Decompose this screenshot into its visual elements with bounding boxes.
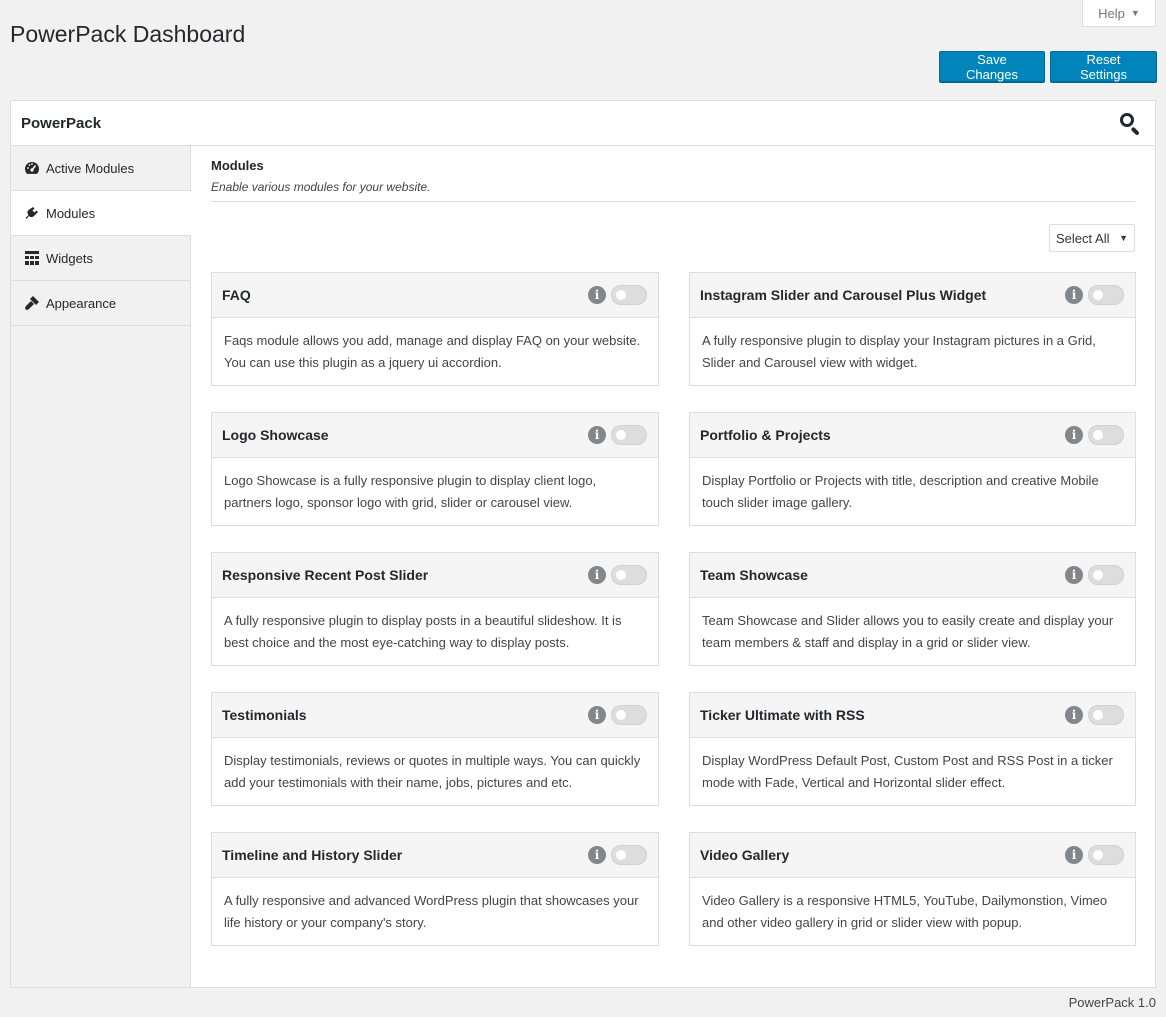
module-card: Video Gallery i Video Gallery is a respo… — [689, 832, 1136, 946]
module-toggle[interactable] — [611, 425, 647, 445]
module-description: Display Portfolio or Projects with title… — [702, 473, 1099, 510]
page-title: PowerPack Dashboard — [10, 21, 246, 47]
module-card: Team Showcase i Team Showcase and Slider… — [689, 552, 1136, 666]
module-toggle[interactable] — [1088, 285, 1124, 305]
module-toggle[interactable] — [611, 285, 647, 305]
panel-title: PowerPack — [21, 114, 102, 132]
top-actions: Save Changes Reset Settings — [939, 51, 1157, 82]
module-title: Logo Showcase — [222, 427, 329, 443]
divider — [211, 201, 1135, 202]
sidebar-item-label: Active Modules — [46, 160, 135, 176]
module-description: A fully responsive plugin to display you… — [702, 333, 1096, 370]
sidebar-item-label: Widgets — [46, 250, 93, 266]
select-all-dropdown[interactable]: Select All ▼ — [1049, 224, 1135, 252]
settings-panel: PowerPack Active Modules Modules Widgets — [10, 100, 1156, 988]
module-description: Display WordPress Default Post, Custom P… — [702, 753, 1113, 790]
modules-grid: FAQ i Faqs module allows you add, manage… — [211, 272, 1136, 946]
caret-down-icon: ▼ — [1119, 233, 1128, 243]
widgets-icon — [23, 250, 40, 267]
module-toggle[interactable] — [1088, 705, 1124, 725]
module-title: Testimonials — [222, 707, 307, 723]
module-description: Logo Showcase is a fully responsive plug… — [224, 473, 597, 510]
module-title: Video Gallery — [700, 847, 790, 863]
sidebar-item-active-modules[interactable]: Active Modules — [11, 146, 190, 191]
module-description: Display testimonials, reviews or quotes … — [224, 753, 641, 790]
module-card: Ticker Ultimate with RSS i Display WordP… — [689, 692, 1136, 806]
modules-content: Modules Enable various modules for your … — [211, 146, 1136, 987]
module-card: FAQ i Faqs module allows you add, manage… — [211, 272, 659, 386]
sidebar-item-label: Appearance — [46, 295, 117, 311]
info-icon[interactable]: i — [588, 706, 606, 724]
info-icon[interactable]: i — [588, 566, 606, 584]
info-icon[interactable]: i — [1065, 566, 1083, 584]
sidebar-item-label: Modules — [46, 205, 96, 221]
version-footer: PowerPack 1.0 — [1068, 995, 1156, 1010]
reset-settings-button[interactable]: Reset Settings — [1050, 51, 1157, 82]
module-toggle[interactable] — [1088, 565, 1124, 585]
paintbrush-icon — [23, 295, 40, 312]
select-all-label: Select All — [1056, 230, 1110, 246]
caret-down-icon: ▼ — [1130, 8, 1140, 18]
module-toggle[interactable] — [611, 845, 647, 865]
save-changes-button[interactable]: Save Changes — [939, 51, 1045, 82]
module-title: Timeline and History Slider — [222, 847, 403, 863]
module-title: Responsive Recent Post Slider — [222, 567, 429, 583]
section-description: Enable various modules for your website. — [211, 180, 431, 194]
module-description: Team Showcase and Slider allows you to e… — [702, 613, 1114, 650]
module-description: A fully responsive and advanced WordPres… — [224, 893, 639, 930]
module-card: Instagram Slider and Carousel Plus Widge… — [689, 272, 1136, 386]
module-toggle[interactable] — [611, 705, 647, 725]
module-toggle[interactable] — [1088, 425, 1124, 445]
module-title: Portfolio & Projects — [700, 427, 831, 443]
module-description: Faqs module allows you add, manage and d… — [224, 333, 641, 370]
info-icon[interactable]: i — [1065, 286, 1083, 304]
sidebar-item-widgets[interactable]: Widgets — [11, 236, 190, 281]
module-card: Responsive Recent Post Slider i A fully … — [211, 552, 659, 666]
module-card: Timeline and History Slider i A fully re… — [211, 832, 659, 946]
help-label: Help — [1098, 5, 1125, 21]
module-title: Instagram Slider and Carousel Plus Widge… — [700, 287, 987, 303]
module-title: Team Showcase — [700, 567, 808, 583]
info-icon[interactable]: i — [588, 846, 606, 864]
sidebar: Active Modules Modules Widgets Appearanc… — [11, 146, 191, 987]
module-title: Ticker Ultimate with RSS — [700, 707, 865, 723]
sidebar-item-modules[interactable]: Modules — [11, 191, 191, 236]
module-card: Testimonials i Display testimonials, rev… — [211, 692, 659, 806]
sidebar-item-appearance[interactable]: Appearance — [11, 281, 190, 326]
search-icon[interactable] — [1119, 112, 1141, 136]
dashboard-icon — [23, 160, 40, 177]
section-title: Modules — [211, 158, 264, 173]
module-card: Logo Showcase i Logo Showcase is a fully… — [211, 412, 659, 526]
panel-header: PowerPack — [11, 101, 1155, 146]
info-icon[interactable]: i — [1065, 426, 1083, 444]
help-tab[interactable]: Help ▼ — [1082, 0, 1156, 27]
info-icon[interactable]: i — [588, 286, 606, 304]
info-icon[interactable]: i — [1065, 846, 1083, 864]
module-toggle[interactable] — [1088, 845, 1124, 865]
info-icon[interactable]: i — [588, 426, 606, 444]
module-card: Portfolio & Projects i Display Portfolio… — [689, 412, 1136, 526]
plugin-icon — [23, 205, 40, 222]
module-toggle[interactable] — [611, 565, 647, 585]
module-description: A fully responsive plugin to display pos… — [224, 613, 622, 650]
module-title: FAQ — [222, 287, 251, 303]
module-description: Video Gallery is a responsive HTML5, You… — [702, 893, 1108, 930]
info-icon[interactable]: i — [1065, 706, 1083, 724]
